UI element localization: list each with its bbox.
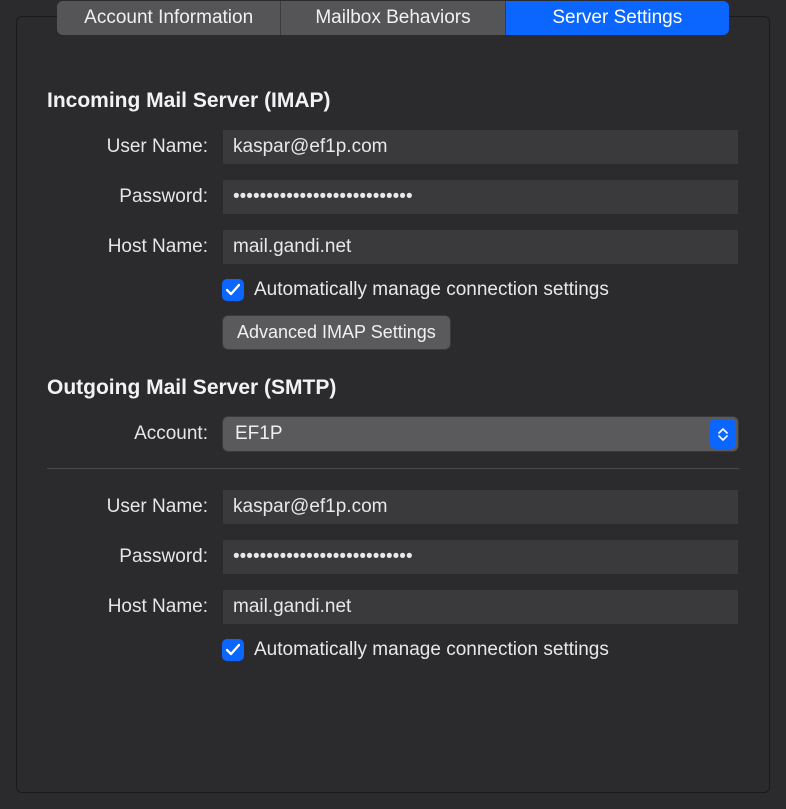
incoming-password-label: Password: xyxy=(47,186,222,208)
incoming-hostname-input[interactable] xyxy=(222,229,739,265)
tab-server-settings[interactable]: Server Settings xyxy=(506,1,729,35)
server-settings-panel: Account Information Mailbox Behaviors Se… xyxy=(16,16,770,793)
outgoing-password-input[interactable] xyxy=(222,539,739,575)
outgoing-hostname-label: Host Name: xyxy=(47,596,222,618)
checkmark-icon xyxy=(226,643,240,657)
outgoing-username-input[interactable] xyxy=(222,489,739,525)
outgoing-username-label: User Name: xyxy=(47,496,222,518)
tab-bar: Account Information Mailbox Behaviors Se… xyxy=(57,1,729,35)
section-divider xyxy=(47,468,739,469)
outgoing-section-title: Outgoing Mail Server (SMTP) xyxy=(47,376,739,400)
incoming-auto-manage-checkbox[interactable] xyxy=(222,279,244,301)
outgoing-account-label: Account: xyxy=(47,423,222,445)
checkmark-icon xyxy=(226,283,240,297)
incoming-username-label: User Name: xyxy=(47,136,222,158)
tab-account-information[interactable]: Account Information xyxy=(57,1,281,35)
advanced-imap-settings-button[interactable]: Advanced IMAP Settings xyxy=(222,315,451,350)
outgoing-auto-manage-checkbox[interactable] xyxy=(222,639,244,661)
incoming-password-input[interactable] xyxy=(222,179,739,215)
tab-mailbox-behaviors[interactable]: Mailbox Behaviors xyxy=(281,1,505,35)
outgoing-auto-manage-label: Automatically manage connection settings xyxy=(254,639,609,661)
outgoing-password-label: Password: xyxy=(47,546,222,568)
incoming-username-input[interactable] xyxy=(222,129,739,165)
incoming-section-title: Incoming Mail Server (IMAP) xyxy=(47,89,739,113)
incoming-auto-manage-label: Automatically manage connection settings xyxy=(254,279,609,301)
outgoing-hostname-input[interactable] xyxy=(222,589,739,625)
outgoing-account-select[interactable]: EF1P xyxy=(222,416,739,452)
incoming-hostname-label: Host Name: xyxy=(47,236,222,258)
content-area: Incoming Mail Server (IMAP) User Name: P… xyxy=(47,51,739,661)
